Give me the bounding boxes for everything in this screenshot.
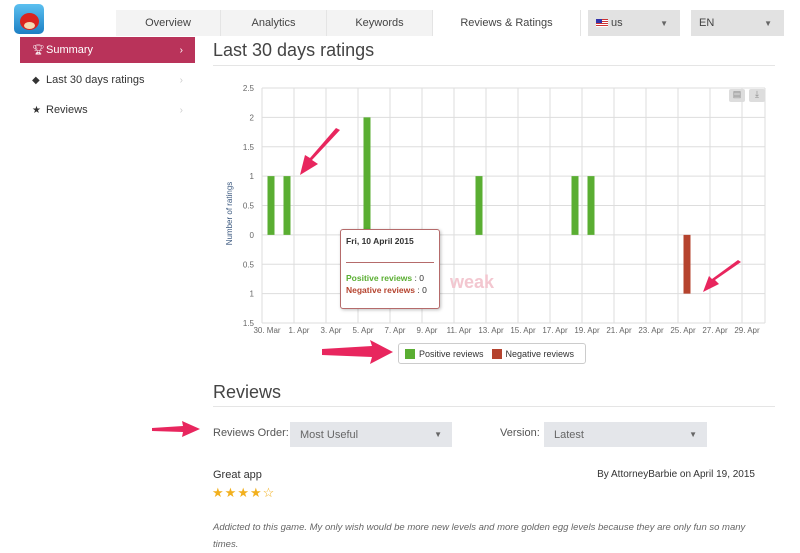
reviews-order-label: Reviews Order: bbox=[213, 427, 289, 439]
y-tick-label: 0.5 bbox=[243, 260, 255, 269]
y-tick-label: 1.5 bbox=[243, 143, 255, 152]
star-filled-icon: ★ bbox=[237, 485, 250, 500]
chart-tooltip: Fri, 10 April 2015 Positive reviews : 0 … bbox=[340, 229, 440, 309]
tooltip-positive-label: Positive reviews bbox=[346, 273, 413, 283]
y-tick-label: 1 bbox=[250, 172, 255, 181]
y-tick-label: 2.5 bbox=[243, 84, 255, 93]
x-tick-label: 15. Apr bbox=[510, 326, 536, 335]
version-select[interactable]: Latest ▼ bbox=[544, 422, 707, 447]
x-tick-label: 29. Apr bbox=[734, 326, 760, 335]
y-axis-label: Number of ratings bbox=[225, 182, 234, 246]
star-empty-icon: ☆ bbox=[262, 485, 276, 500]
x-tick-label: 17. Apr bbox=[542, 326, 568, 335]
chart-bar bbox=[683, 234, 691, 294]
x-tick-label: 9. Apr bbox=[417, 326, 438, 335]
reviews-order-select[interactable]: Most Useful ▼ bbox=[290, 422, 452, 447]
legend-swatch-positive bbox=[405, 348, 415, 359]
section-title-reviews: Reviews bbox=[213, 382, 282, 402]
x-tick-label: 13. Apr bbox=[478, 326, 504, 335]
x-tick-label: 21. Apr bbox=[606, 326, 632, 335]
x-tick-label: 7. Apr bbox=[385, 326, 406, 335]
x-tick-label: 27. Apr bbox=[702, 326, 728, 335]
tooltip-date: Fri, 10 April 2015 bbox=[346, 236, 414, 246]
chart-bar bbox=[475, 176, 483, 235]
chart-bar bbox=[283, 176, 291, 235]
version-value: Latest bbox=[554, 428, 584, 441]
tooltip-positive-value: : 0 bbox=[414, 273, 424, 283]
chart-legend: Positive reviews Negative reviews bbox=[398, 343, 586, 364]
x-tick-label: 11. Apr bbox=[447, 326, 472, 335]
chart-bar bbox=[267, 176, 275, 235]
legend-negative[interactable]: Negative reviews bbox=[506, 349, 575, 359]
x-tick-label: 1. Apr bbox=[289, 326, 310, 335]
chart-bar bbox=[363, 117, 371, 235]
chart-bar bbox=[587, 176, 595, 235]
version-label: Version: bbox=[500, 427, 540, 439]
chevron-down-icon: ▼ bbox=[434, 430, 442, 439]
x-tick-label: 5. Apr bbox=[353, 326, 374, 335]
x-tick-label: 23. Apr bbox=[638, 326, 664, 335]
watermark: weak bbox=[450, 272, 495, 292]
print-icon[interactable]: ▤ bbox=[729, 89, 745, 102]
review-byline: By AttorneyBarbie on April 19, 2015 bbox=[597, 469, 755, 480]
x-tick-label: 25. Apr bbox=[670, 326, 696, 335]
star-filled-icon: ★ bbox=[224, 485, 238, 500]
chart-bar bbox=[571, 176, 579, 235]
y-tick-label: 0 bbox=[250, 231, 255, 240]
star-filled-icon: ★ bbox=[249, 485, 263, 500]
tooltip-negative-value: : 0 bbox=[417, 285, 427, 295]
x-tick-label: 19. Apr bbox=[574, 326, 600, 335]
review-title: Great app bbox=[213, 469, 262, 481]
legend-positive[interactable]: Positive reviews bbox=[419, 349, 484, 359]
chevron-down-icon: ▼ bbox=[689, 430, 697, 439]
star-filled-icon: ★ bbox=[212, 485, 225, 500]
reviews-order-value: Most Useful bbox=[300, 428, 359, 441]
x-tick-label: 3. Apr bbox=[321, 326, 342, 335]
download-icon[interactable]: ⤓ bbox=[749, 89, 765, 102]
review-rating: ★★★★☆ bbox=[212, 485, 275, 501]
tooltip-negative-label: Negative reviews bbox=[346, 285, 415, 295]
divider bbox=[213, 406, 775, 407]
y-tick-label: 1 bbox=[250, 290, 255, 299]
legend-swatch-negative bbox=[491, 348, 502, 359]
y-tick-label: 0.5 bbox=[243, 202, 255, 211]
y-tick-label: 2 bbox=[250, 113, 255, 122]
x-tick-label: 30. Mar bbox=[253, 326, 280, 335]
tooltip-divider bbox=[346, 262, 434, 263]
